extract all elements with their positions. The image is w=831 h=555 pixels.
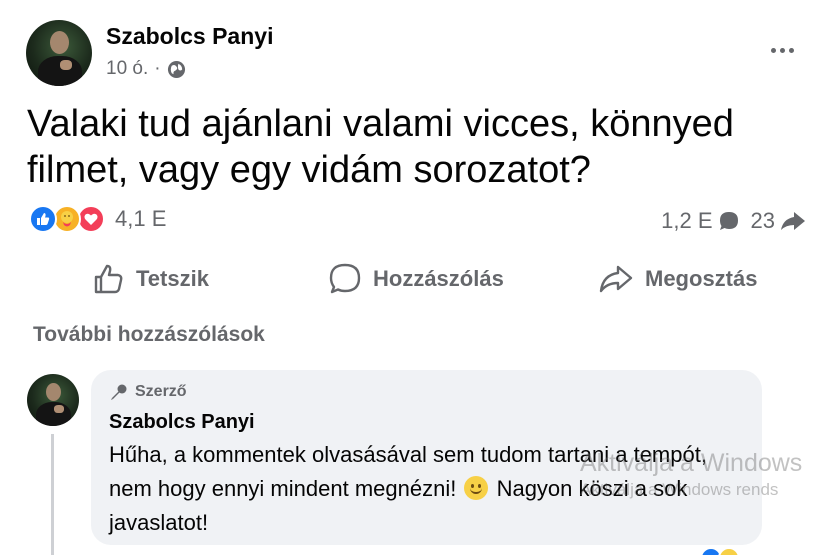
- share-icon: [599, 265, 633, 293]
- meta-separator: ·: [154, 58, 161, 79]
- care-icon: [53, 205, 81, 233]
- post-time[interactable]: 10 ó.: [106, 58, 148, 80]
- like-icon: [29, 205, 57, 233]
- like-label: Tetszik: [136, 266, 209, 291]
- reactions-summary[interactable]: 4,1 E: [29, 205, 166, 233]
- reaction-count[interactable]: 4,1 E: [115, 206, 166, 232]
- microphone-icon: [111, 384, 127, 400]
- comment-bubble-icon: [719, 212, 738, 230]
- post-author-name[interactable]: Szabolcs Panyi: [106, 23, 273, 50]
- more-comments-link[interactable]: További hozzászólások: [33, 323, 265, 347]
- share-count[interactable]: 23: [751, 208, 807, 234]
- author-badge: Szerző: [109, 382, 187, 402]
- author-badge-label: Szerző: [135, 383, 187, 400]
- haha-icon: [718, 547, 740, 555]
- smiling-face-emoji-icon: [464, 476, 489, 500]
- post-action-bar: Tetszik Hozzászólás Megosztás: [0, 255, 831, 303]
- post-author-avatar[interactable]: [26, 20, 92, 86]
- comment-label: Hozzászólás: [373, 266, 504, 291]
- comment-icon: [329, 263, 361, 294]
- post-stats: 1,2 E 23: [661, 208, 807, 234]
- thumbs-up-icon: [94, 264, 123, 294]
- comment-reactions-partial[interactable]: [700, 547, 740, 555]
- comment-author-name[interactable]: Szabolcs Panyi: [109, 411, 255, 434]
- share-label: Megosztás: [645, 266, 758, 291]
- more-horizontal-icon: [770, 47, 776, 53]
- post-more-button[interactable]: [764, 36, 800, 64]
- post-meta: 10 ó. ·: [106, 58, 186, 80]
- comment-author-avatar[interactable]: [27, 374, 79, 426]
- comment-button[interactable]: Hozzászólás: [327, 255, 504, 303]
- post-text: Valaki tud ajánlani valami vicces, könny…: [27, 103, 734, 191]
- comment-text: Hűha, a kommentek olvasásával sem tudom …: [109, 438, 749, 540]
- share-button[interactable]: Megosztás: [597, 255, 757, 303]
- comment-bubble: Szerző Szabolcs Panyi Hűha, a kommentek …: [91, 370, 762, 545]
- like-button[interactable]: Tetszik: [92, 255, 209, 303]
- thread-line: [51, 434, 54, 555]
- share-arrow-icon: [781, 212, 805, 230]
- globe-icon[interactable]: [167, 60, 186, 79]
- comment-count[interactable]: 1,2 E: [661, 208, 740, 234]
- love-icon: [77, 205, 105, 233]
